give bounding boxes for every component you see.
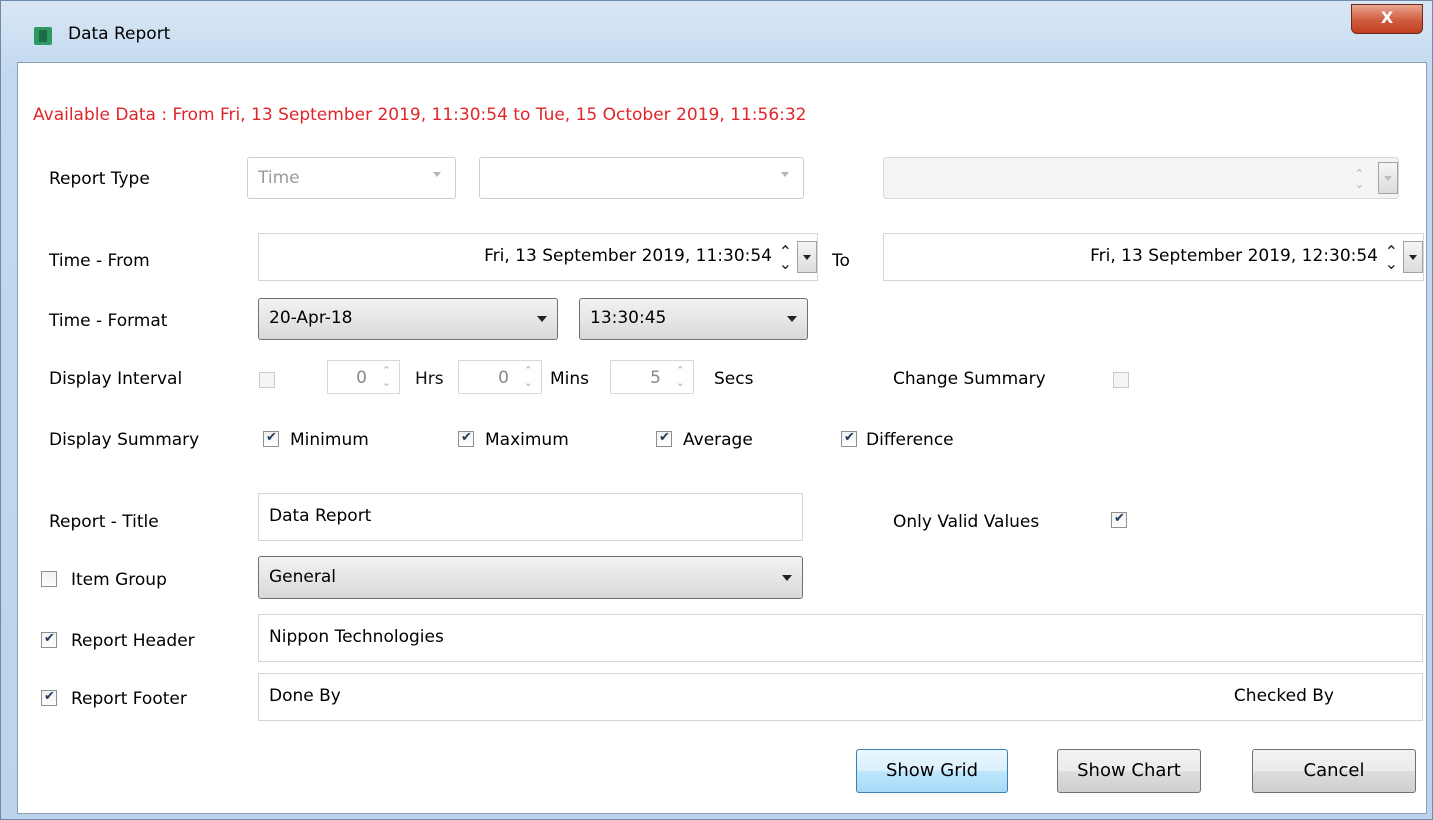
time-format-select[interactable]: 13:30:45	[579, 298, 808, 340]
item-group-select[interactable]: General	[258, 556, 803, 599]
report-type-item-picker[interactable]: ⌃ ⌄	[883, 157, 1399, 199]
time-from-picker[interactable]: Fri, 13 September 2019, 11:30:54 ⌃ ⌄	[258, 233, 818, 281]
chevron-down-icon	[781, 172, 789, 177]
time-from-value: Fri, 13 September 2019, 11:30:54	[484, 246, 772, 266]
report-footer-right-value: Checked By	[1233, 686, 1334, 706]
item-group-value: General	[269, 567, 336, 587]
spinner-icon[interactable]: ⌃ ⌄	[1355, 168, 1364, 190]
app-icon	[34, 27, 52, 45]
time-format-value: 13:30:45	[590, 308, 667, 328]
spinner-icon[interactable]: ⌃ ⌄	[676, 365, 685, 389]
minimum-label[interactable]: Minimum	[290, 430, 369, 450]
average-label[interactable]: Average	[683, 430, 753, 450]
chevron-down-icon	[787, 316, 797, 322]
time-to-picker[interactable]: Fri, 13 September 2019, 12:30:54 ⌃ ⌄	[883, 233, 1424, 281]
date-format-select[interactable]: 20-Apr-18	[258, 298, 558, 340]
average-checkbox[interactable]	[656, 430, 672, 447]
report-footer-checkbox[interactable]	[41, 689, 57, 706]
time-from-dropdown-button[interactable]	[797, 241, 817, 273]
minutes-stepper[interactable]: 0 ⌃ ⌄	[458, 360, 542, 394]
display-interval-label: Display Interval	[49, 369, 183, 389]
difference-label[interactable]: Difference	[866, 430, 954, 450]
time-to-spinner-icon[interactable]: ⌃ ⌄	[1385, 244, 1398, 272]
change-summary-checkbox[interactable]	[1113, 372, 1129, 388]
spinner-icon[interactable]: ⌃ ⌄	[382, 365, 391, 389]
close-button[interactable]: X	[1351, 4, 1423, 34]
report-header-label[interactable]: Report Header	[71, 631, 195, 651]
report-footer-label[interactable]: Report Footer	[71, 689, 187, 709]
title-bar: Data Report X	[1, 1, 1432, 61]
seconds-value: 5	[650, 368, 661, 388]
only-valid-values-label: Only Valid Values	[893, 512, 1040, 532]
mins-label: Mins	[550, 369, 590, 389]
report-footer-input[interactable]: Done By Checked By	[258, 673, 1423, 721]
cancel-button[interactable]: Cancel	[1252, 749, 1416, 793]
report-title-value: Data Report	[269, 506, 372, 526]
item-group-label[interactable]: Item Group	[71, 570, 167, 590]
maximum-label[interactable]: Maximum	[485, 430, 569, 450]
chevron-down-icon[interactable]	[1378, 162, 1398, 194]
available-data-text: Available Data : From Fri, 13 September …	[33, 105, 807, 125]
display-summary-label: Display Summary	[49, 430, 200, 450]
dialog-window: Data Report X Available Data : From Fri,…	[0, 0, 1433, 820]
difference-checkbox[interactable]	[841, 430, 857, 447]
item-group-checkbox[interactable]	[41, 571, 57, 587]
report-title-input[interactable]: Data Report	[258, 493, 803, 541]
secs-label: Secs	[714, 369, 754, 389]
report-type-select[interactable]: Time	[247, 157, 456, 199]
change-summary-label: Change Summary	[893, 369, 1046, 389]
time-from-label: Time - From	[49, 251, 150, 271]
report-type-secondary-select[interactable]	[479, 157, 804, 199]
spinner-icon[interactable]: ⌃ ⌄	[524, 365, 533, 389]
to-label: To	[832, 251, 850, 271]
chevron-down-icon	[782, 575, 792, 581]
hours-value: 0	[356, 368, 367, 388]
maximum-checkbox[interactable]	[458, 430, 474, 447]
minimum-checkbox[interactable]	[263, 430, 279, 447]
time-to-value: Fri, 13 September 2019, 12:30:54	[1090, 246, 1378, 266]
show-chart-button[interactable]: Show Chart	[1057, 749, 1201, 793]
hrs-label: Hrs	[415, 369, 444, 389]
date-format-value: 20-Apr-18	[269, 308, 353, 328]
report-type-value: Time	[258, 168, 300, 188]
time-to-dropdown-button[interactable]	[1403, 241, 1423, 273]
only-valid-values-checkbox[interactable]	[1111, 511, 1127, 528]
report-header-value: Nippon Technologies	[269, 627, 444, 647]
minutes-value: 0	[498, 368, 509, 388]
report-type-label: Report Type	[49, 169, 150, 189]
dialog-content: Available Data : From Fri, 13 September …	[17, 62, 1427, 814]
report-header-checkbox[interactable]	[41, 631, 57, 648]
report-title-label: Report - Title	[49, 512, 159, 532]
report-footer-left-value: Done By	[269, 686, 341, 706]
seconds-stepper[interactable]: 5 ⌃ ⌄	[610, 360, 694, 394]
time-format-label: Time - Format	[49, 311, 168, 331]
show-grid-button[interactable]: Show Grid	[856, 749, 1008, 793]
hours-stepper[interactable]: 0 ⌃ ⌄	[327, 360, 400, 394]
time-from-spinner-icon[interactable]: ⌃ ⌄	[779, 244, 792, 272]
chevron-down-icon	[433, 172, 441, 177]
chevron-down-icon	[537, 316, 547, 322]
report-header-input[interactable]: Nippon Technologies	[258, 614, 1423, 662]
window-title: Data Report	[68, 24, 171, 44]
display-interval-checkbox[interactable]	[259, 372, 275, 388]
